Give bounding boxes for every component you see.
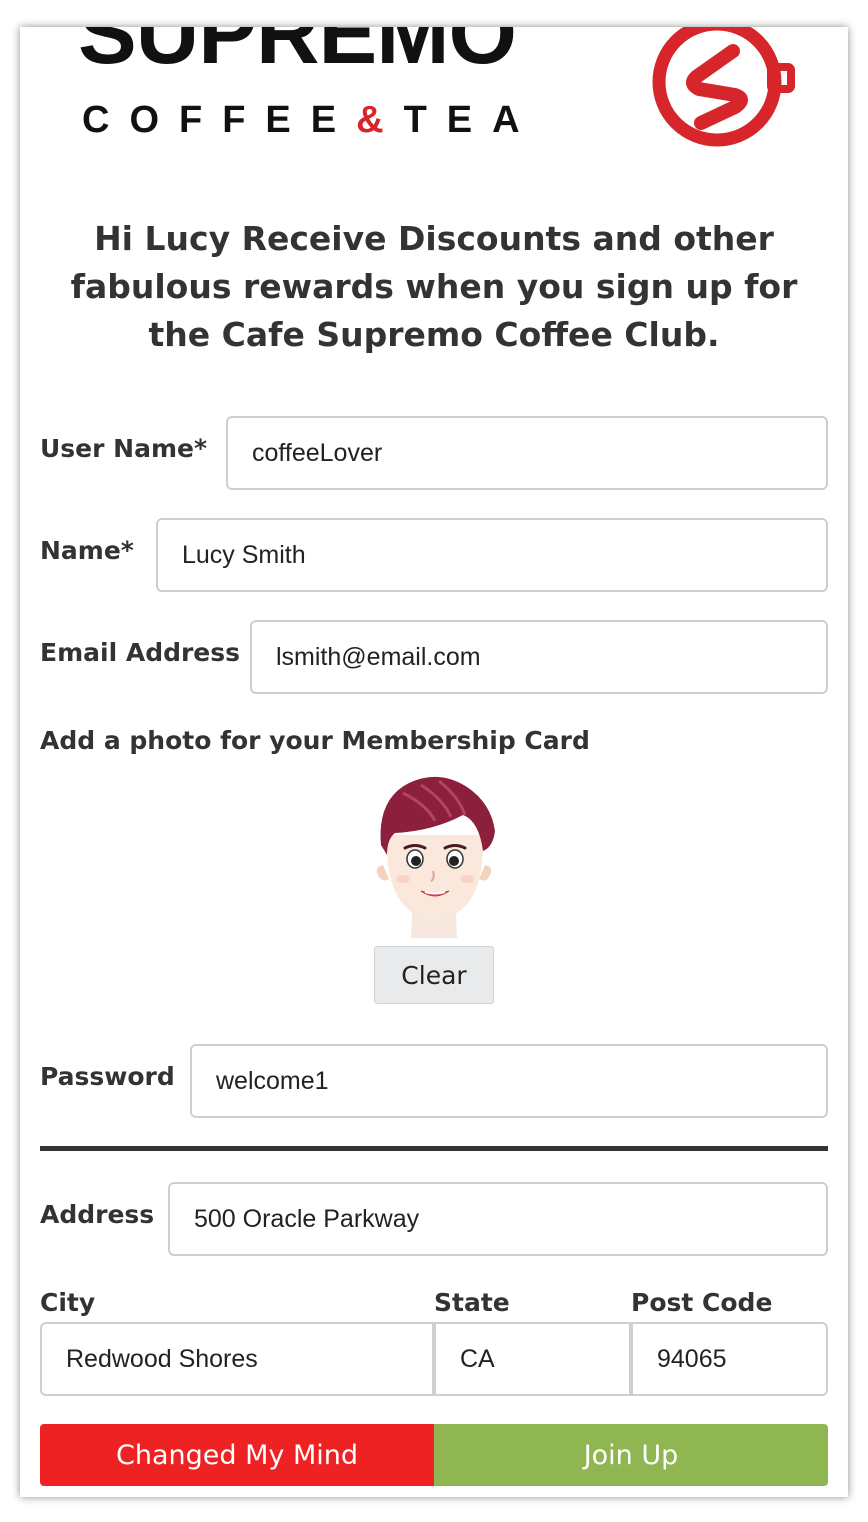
changed-my-mind-button[interactable]: Changed My Mind [40,1424,434,1486]
city-field[interactable] [40,1322,434,1396]
address-field[interactable] [168,1182,828,1256]
postcode-label: Post Code [631,1288,773,1317]
state-field[interactable] [434,1322,631,1396]
join-up-button[interactable]: Join Up [434,1424,828,1486]
coffee-cup-logo-icon [652,27,795,147]
password-label: Password [40,1062,175,1091]
name-label: Name* [40,536,134,565]
address-label: Address [40,1200,155,1229]
section-divider [40,1146,828,1151]
username-label: User Name* [40,434,208,463]
username-field[interactable] [226,416,828,490]
logo-wordmark: SUPREMO [78,27,517,82]
postcode-field[interactable] [631,1322,828,1396]
name-field[interactable] [156,518,828,592]
photo-label: Add a photo for your Membership Card [40,726,590,755]
email-label: Email Address [40,638,241,667]
clear-photo-button[interactable]: Clear [374,946,494,1004]
password-field[interactable] [190,1044,828,1118]
logo-subtitle: COFFEE&TEA [82,99,540,141]
page-headline: Hi Lucy Receive Discounts and other fabu… [70,219,798,354]
state-label: State [434,1288,510,1317]
email-field[interactable] [250,620,828,694]
brand-logo: SUPREMO COFFEE&TEA [20,27,848,177]
membership-photo-avatar[interactable] [373,775,497,938]
city-label: City [40,1288,96,1317]
signup-card: SUPREMO COFFEE&TEA Hi Lucy Receive Disco… [20,27,848,1497]
